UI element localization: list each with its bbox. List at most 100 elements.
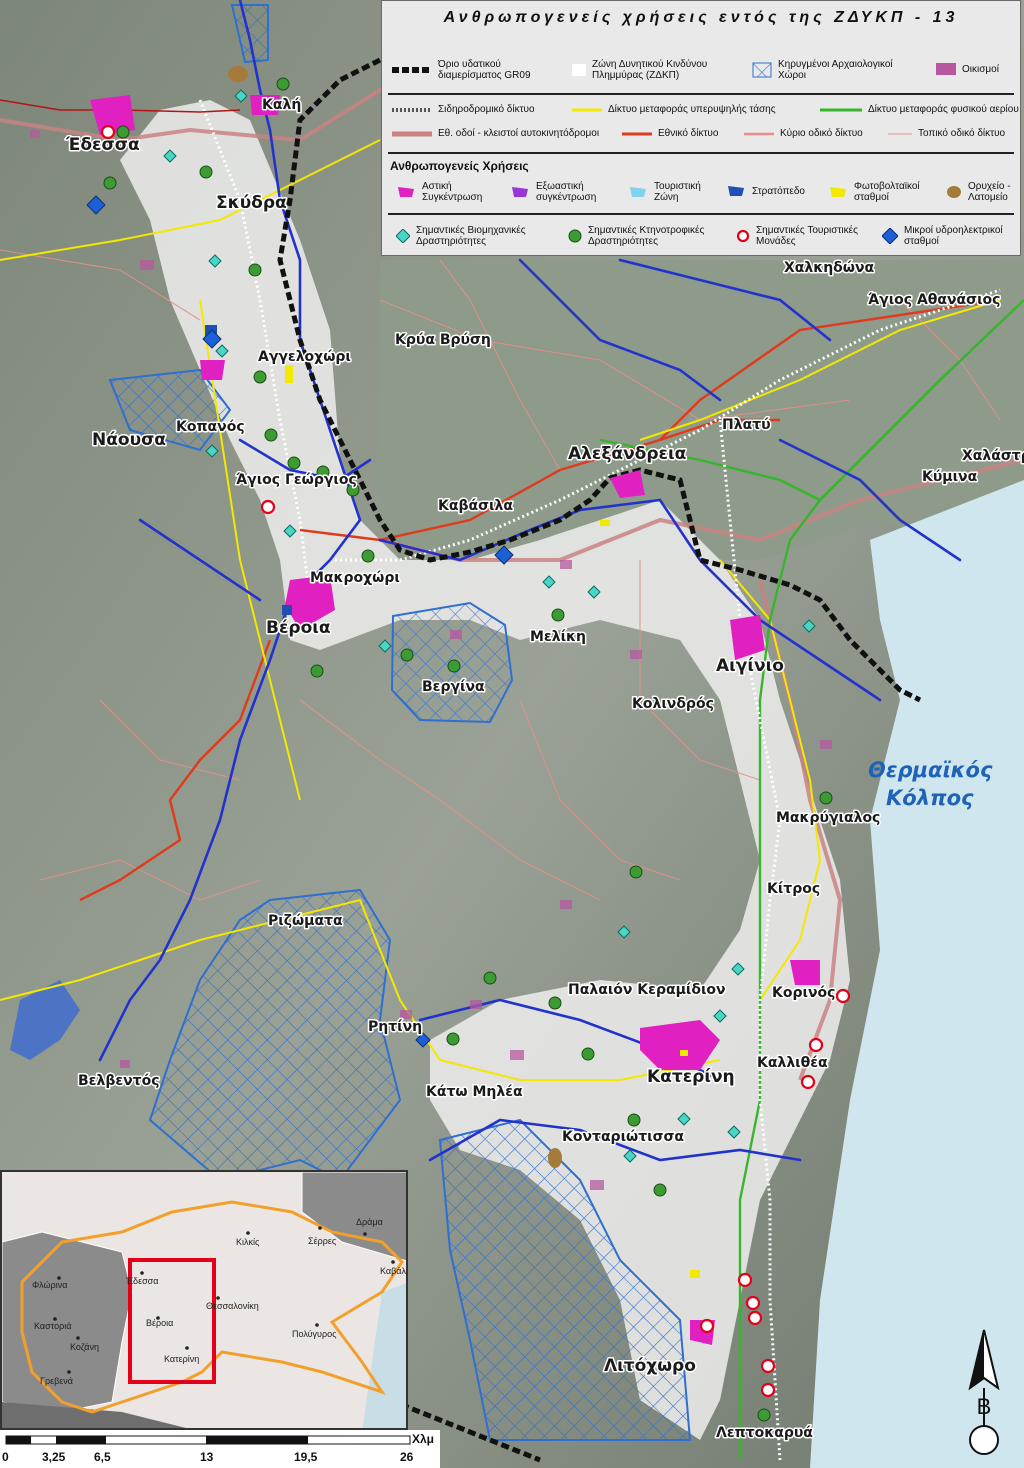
label-gulf-line2: Κόλπος	[886, 786, 974, 810]
label-chalkidona: Χαλκηδώνα	[784, 260, 875, 276]
scale-tick-3: 13	[200, 1450, 214, 1464]
inset-label-serres: Σέρρες	[308, 1236, 337, 1246]
legend-flood-zone: Ζώνη Δυνητικού Κινδύνου Πλημμύρας (ΖΔΚΠ)	[572, 59, 742, 81]
label-platy: Πλατύ	[722, 417, 771, 433]
settlements-swatch	[936, 63, 956, 75]
legend-settlements-label: Οικισμοί	[962, 63, 999, 75]
inset-label-polygyros: Πολύγυρος	[292, 1329, 337, 1339]
legend-quarry-label: Ορυχείο - Λατομείο	[968, 181, 1011, 203]
north-arrow-icon: B	[968, 1329, 1000, 1455]
scale-tick-2: 6,5	[94, 1450, 111, 1464]
label-katerini: Κατερίνη	[647, 1067, 735, 1087]
legend-suburban: Εξωαστική συγκέντρωση	[510, 181, 620, 203]
label-kria-vrysi: Κρύα Βρύση	[395, 332, 491, 348]
scale-bar-graphic	[5, 1435, 411, 1445]
legend-railway-label: Σιδηροδρομικό δίκτυο	[438, 104, 535, 115]
label-kolindros: Κολινδρός	[632, 696, 714, 712]
legend-pv: Φωτοβολταϊκοί σταθμοί	[828, 181, 928, 203]
legend-industrial-label: Σημαντικές Βιομηχανικές Δραστηριότητες	[416, 225, 526, 247]
legend-urban: Αστική Συγκέντρωση	[396, 181, 506, 203]
label-agios-athanasios: Άγιος Αθανάσιος	[868, 292, 1000, 308]
legend-tourism-units: Σημαντικές Τουριστικές Μονάδες	[736, 225, 886, 247]
label-alexandreia: Αλεξάνδρεια	[568, 444, 686, 464]
legend-gas-label: Δίκτυο μεταφοράς φυσικού αερίου	[868, 104, 1019, 115]
inset-label-katerini: Κατερίνη	[164, 1354, 199, 1364]
main-roads-swatch	[744, 132, 774, 135]
label-kavasila: Καβάσιλα	[438, 498, 513, 514]
legend-urban-label: Αστική Συγκέντρωση	[422, 181, 483, 203]
label-rizomata: Ριζώματα	[268, 913, 343, 929]
label-makrygialos: Μακρύγιαλος	[776, 810, 880, 826]
legend-archaeological-label: Κηρυγμένοι Αρχαιολογικοί Χώροι	[778, 59, 893, 81]
label-kali: Καλή	[262, 97, 301, 113]
legend-archaeological: Κηρυγμένοι Αρχαιολογικοί Χώροι	[752, 59, 922, 81]
legend-local-roads: Τοπικό οδικό δίκτυο	[888, 128, 1022, 139]
railway-swatch	[392, 107, 432, 112]
hydro-swatch	[882, 228, 898, 244]
label-edessa: Έδεσσα	[65, 135, 140, 155]
inset-label-drama: Δράμα	[356, 1217, 383, 1227]
legend-high-voltage-label: Δίκτυο μεταφοράς υπερυψηλής τάσης	[608, 104, 776, 115]
boundary-swatch	[392, 67, 432, 73]
legend-tourism-units-label: Σημαντικές Τουριστικές Μονάδες	[756, 225, 858, 247]
inset-label-kozani: Κοζάνη	[70, 1342, 99, 1352]
legend-title: Ανθρωπογενείς χρήσεις εντός της ΖΔΥΚΠ - …	[443, 9, 959, 26]
label-kallithea: Καλλιθέα	[757, 1055, 828, 1071]
inset-label-kastoria: Καστοριά	[34, 1321, 71, 1331]
label-aggelochori: Αγγελοχώρι	[258, 349, 351, 365]
label-makrochori: Μακροχώρι	[310, 570, 400, 586]
label-gulf-line1: Θερμαϊκός	[868, 758, 993, 782]
gas-swatch	[820, 108, 862, 111]
north-arrow: B	[964, 1328, 1004, 1456]
legend-railway: Σιδηροδρομικό δίκτυο	[392, 104, 592, 115]
archaeological-swatch	[752, 62, 772, 78]
scale-tick-4: 19,5	[294, 1450, 318, 1464]
legend-motorways-label: Εθ. οδοί - κλειστοί αυτοκινητόδρομοι	[438, 128, 600, 139]
pv-swatch	[830, 187, 846, 197]
legend-boundary: Όριο υδατικού διαμερίσματος GR09	[392, 59, 562, 81]
legend-hydro-label: Μικροί υδροηλεκτρικοί σταθμοί	[904, 225, 1003, 247]
military-swatch	[728, 186, 744, 196]
legend-separator	[388, 93, 1014, 95]
label-veroia: Βέροια	[266, 618, 331, 638]
label-leptokarya: Λεπτοκαρυά	[716, 1425, 813, 1441]
label-skydra: Σκύδρα	[216, 193, 287, 213]
label-korinos: Κορινός	[772, 985, 835, 1001]
inset-map-svg: Φλώρινα Καστοριά Κοζάνη Γρεβενά Έδεσσα Β…	[2, 1172, 406, 1428]
label-vergina: Βεργίνα	[422, 679, 485, 695]
legend-hydro: Μικροί υδροηλεκτρικοί σταθμοί	[882, 225, 1022, 247]
industrial-swatch	[396, 229, 410, 243]
legend-separator	[388, 213, 1014, 215]
legend-tourist: Τουριστική Ζώνη	[628, 181, 728, 203]
scale-bar: 0 3,25 6,5 13 19,5 26 Χλμ	[0, 1430, 440, 1468]
legend-national-label: Εθνικό δίκτυο	[658, 128, 719, 139]
label-naousa: Νάουσα	[92, 430, 166, 450]
north-letter: B	[977, 1394, 992, 1419]
legend-uses-header: Ανθρωπογενείς Χρήσεις	[390, 159, 529, 173]
label-chalastra: Χαλάστρα	[962, 448, 1024, 464]
livestock-swatch	[568, 229, 582, 243]
inset-label-thessaloniki: Θεσσαλονίκη	[206, 1301, 259, 1311]
legend-tourist-label: Τουριστική Ζώνη	[654, 181, 701, 203]
label-kontariotissa: Κονταριώτισσα	[562, 1129, 684, 1145]
legend-settlements: Οικισμοί	[936, 63, 1020, 75]
legend-military-label: Στρατόπεδο	[752, 185, 805, 197]
legend-motorways: Εθ. οδοί - κλειστοί αυτοκινητόδρομοι	[392, 128, 632, 139]
label-litochoro: Λιτόχωρο	[604, 1356, 696, 1376]
label-ritini: Ρητίνη	[368, 1019, 422, 1035]
inset-label-kavala: Καβάλ	[380, 1266, 406, 1276]
label-kopanos: Κοπανός	[176, 419, 245, 435]
legend-boundary-label: Όριο υδατικού διαμερίσματος GR09	[438, 59, 531, 81]
inset-label-kilkis: Κιλκίς	[236, 1237, 260, 1247]
inset-label-veroia: Βέροια	[146, 1318, 173, 1328]
tourism-units-swatch	[736, 229, 750, 243]
legend-quarry: Ορυχείο - Λατομείο	[946, 181, 1020, 203]
motorways-swatch	[392, 131, 432, 136]
legend-suburban-label: Εξωαστική συγκέντρωση	[536, 181, 597, 203]
high-voltage-swatch	[572, 108, 602, 111]
map-legend: Ανθρωπογενείς χρήσεις εντός της ΖΔΥΚΠ - …	[381, 0, 1021, 256]
legend-livestock-label: Σημαντικές Κτηνοτροφικές Δραστηριότητες	[588, 225, 705, 247]
legend-main-roads: Κύριο οδικό δίκτυο	[744, 128, 904, 139]
label-kymina: Κύμινα	[922, 469, 978, 485]
label-kitros: Κίτρος	[767, 881, 820, 897]
